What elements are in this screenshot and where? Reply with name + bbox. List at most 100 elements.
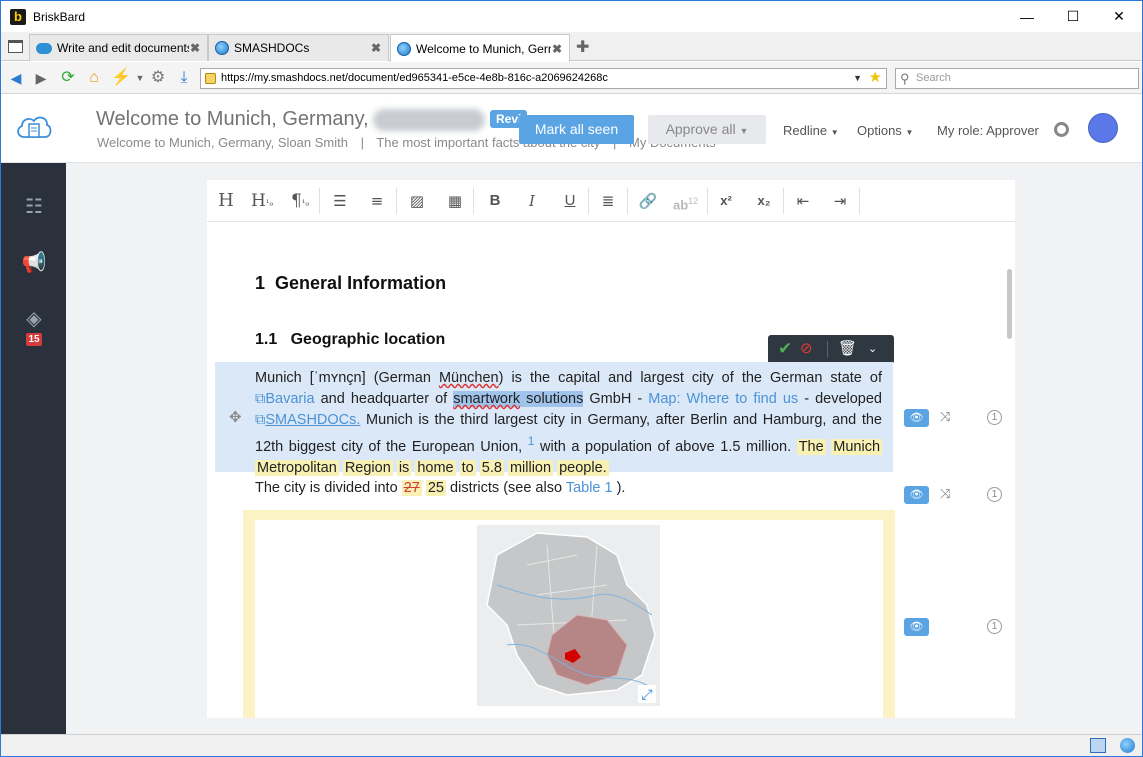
redline-menu[interactable]: Redline ▼: [783, 123, 839, 138]
numbered-heading-button[interactable]: H¹₉: [251, 190, 273, 212]
trash-icon[interactable]: 🗑: [838, 340, 857, 358]
inserted-word[interactable]: people.: [557, 459, 609, 476]
highlighted-paragraph[interactable]: ✥ Munich [ˈmʏnçn] (German München) is th…: [215, 362, 893, 476]
tab-smashdocs[interactable]: SMASHDOCs ✖: [208, 34, 389, 61]
close-window-button[interactable]: ✕: [1096, 1, 1142, 32]
bold-button[interactable]: B: [484, 190, 506, 212]
inserted-word[interactable]: Metropolitan: [255, 459, 339, 476]
comment-count-icon[interactable]: 1: [987, 410, 1002, 425]
comment-count-icon[interactable]: 1: [987, 619, 1002, 634]
maximize-button[interactable]: ☐: [1050, 1, 1096, 32]
network-icon[interactable]: [1090, 738, 1106, 753]
outdent-icon[interactable]: ⇤: [792, 190, 814, 212]
underline-button[interactable]: U: [559, 190, 581, 212]
toolbar-divider: [859, 188, 860, 214]
breadcrumb-item-document[interactable]: Welcome to Munich, Germany, Sloan Smith: [97, 135, 348, 150]
shuffle-icon[interactable]: ⤨: [940, 409, 950, 425]
inserted-word[interactable]: 5.8: [479, 459, 504, 476]
link-table[interactable]: Table 1: [566, 480, 613, 496]
mark-all-seen-button[interactable]: Mark all seen: [519, 115, 634, 144]
home-icon[interactable]: ⌂: [85, 69, 103, 87]
tab-welcome-munich[interactable]: Welcome to Munich, Germany ✖: [390, 34, 570, 62]
link-icon[interactable]: 🔗: [637, 190, 659, 212]
italic-button[interactable]: I: [521, 190, 543, 212]
eye-icon[interactable]: 👁: [904, 409, 929, 427]
new-tab-plus-icon[interactable]: ✚: [576, 37, 589, 57]
search-input[interactable]: ⚲ Search: [895, 68, 1139, 89]
inserted-word[interactable]: to: [459, 459, 476, 476]
vertical-scrollbar[interactable]: [1007, 269, 1012, 339]
footnote-label: ab: [673, 197, 689, 213]
lightning-icon[interactable]: ⚡: [111, 69, 131, 87]
close-tab-icon[interactable]: ✖: [370, 42, 382, 54]
accept-check-icon[interactable]: ✔: [778, 340, 792, 358]
change-action-popup: ✔ ⊘ 🗑 ⌄: [768, 335, 894, 364]
toolbar-divider: [473, 188, 474, 214]
section-heading-1-1[interactable]: 1.1 Geographic location: [255, 331, 445, 349]
map-image[interactable]: ⤢: [477, 525, 660, 706]
heading-button[interactable]: H: [215, 190, 237, 212]
approve-all-button[interactable]: Approve all ▼: [648, 115, 766, 144]
numbered-list-icon[interactable]: ≡: [366, 190, 388, 212]
bullet-list-icon[interactable]: ☰: [329, 190, 351, 212]
inserted-word[interactable]: is: [396, 459, 412, 476]
layers-icon[interactable]: ◈: [21, 307, 47, 331]
link-bavaria[interactable]: ⧉Bavaria: [255, 391, 315, 407]
tab-label: Welcome to Munich, Germany: [416, 41, 551, 56]
url-input[interactable]: https://my.smashdocs.net/document/ed9653…: [200, 68, 887, 89]
inserted-word[interactable]: Region: [342, 459, 393, 476]
figure-container[interactable]: ⤢: [255, 520, 883, 718]
text-run: districts (see also: [446, 480, 566, 496]
reject-icon[interactable]: ⊘: [800, 340, 813, 358]
section-heading-1[interactable]: 1 General Information: [255, 273, 446, 294]
eye-icon[interactable]: 👁: [904, 486, 929, 504]
close-tab-icon[interactable]: ✖: [189, 42, 201, 54]
numbered-paragraph-button[interactable]: ¶¹₉: [289, 190, 311, 212]
tab-list-icon[interactable]: [8, 40, 23, 53]
footnote-button[interactable]: ab12: [673, 190, 698, 212]
subscript-button[interactable]: x₂: [753, 190, 775, 212]
smashdocs-cloud-logo-icon[interactable]: [15, 111, 53, 143]
minimize-button[interactable]: —: [1004, 1, 1050, 32]
link-map[interactable]: Map: Where to find us: [648, 391, 798, 407]
heading-text: Geographic location: [290, 331, 446, 348]
eye-icon[interactable]: 👁: [904, 618, 929, 636]
forward-icon[interactable]: ▶: [32, 69, 50, 87]
image-icon[interactable]: ▨: [406, 190, 428, 212]
megaphone-icon[interactable]: 📢: [21, 251, 47, 275]
globe-status-icon[interactable]: [1120, 738, 1135, 753]
shuffle-icon[interactable]: ⤨: [940, 486, 950, 502]
chevron-down-icon[interactable]: ⌄: [868, 340, 877, 358]
help-lifebuoy-icon[interactable]: [1054, 122, 1069, 137]
url-dropdown-icon[interactable]: ▼: [853, 69, 862, 88]
align-icon[interactable]: ≣: [597, 190, 619, 212]
indent-icon[interactable]: ⇥: [829, 190, 851, 212]
chevron-down-icon: ▼: [830, 128, 839, 137]
move-handle-icon[interactable]: ✥: [229, 408, 242, 426]
deleted-text[interactable]: 27: [401, 480, 422, 496]
reload-icon[interactable]: ⟳: [59, 69, 77, 87]
back-icon[interactable]: ◀: [7, 69, 25, 87]
inserted-word[interactable]: home: [415, 459, 456, 476]
chevron-down-icon[interactable]: ▼: [131, 69, 149, 87]
gear-icon[interactable]: ⚙: [149, 69, 167, 87]
link-smashdocs[interactable]: ⧉SMASHDOCs.: [255, 412, 360, 428]
table-icon[interactable]: ▦: [444, 190, 466, 212]
inserted-word[interactable]: Munich: [831, 438, 883, 455]
download-icon[interactable]: ⤓: [175, 69, 193, 87]
numbering-marker: ¹₉: [301, 199, 310, 209]
avatar[interactable]: [1088, 113, 1118, 143]
superscript-button[interactable]: x²: [715, 190, 737, 212]
comment-count-icon[interactable]: 1: [987, 487, 1002, 502]
inserted-text[interactable]: 25: [425, 480, 446, 496]
star-icon[interactable]: ★: [869, 68, 882, 87]
options-menu[interactable]: Options ▼: [857, 123, 913, 138]
tab-write-edit[interactable]: Write and edit documents ✖: [29, 34, 208, 61]
expand-icon[interactable]: ⤢: [638, 685, 656, 703]
inserted-word[interactable]: The: [796, 438, 826, 455]
close-tab-icon[interactable]: ✖: [551, 43, 563, 55]
inserted-word[interactable]: million: [507, 459, 554, 476]
paragraph-districts[interactable]: The city is divided into 27 25 districts…: [255, 480, 625, 496]
url-text: https://my.smashdocs.net/document/ed9653…: [221, 72, 608, 84]
outline-tree-icon[interactable]: ☷: [21, 195, 47, 219]
